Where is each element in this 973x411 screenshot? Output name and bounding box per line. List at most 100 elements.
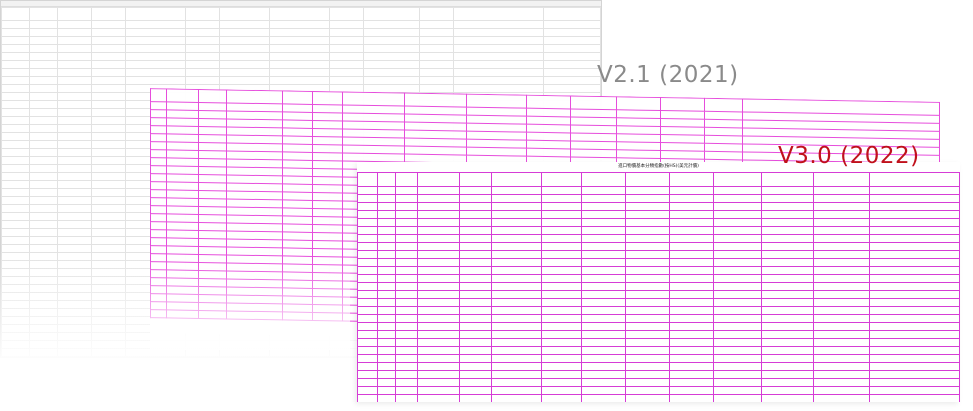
table-cell xyxy=(761,378,814,387)
table-cell xyxy=(491,362,542,371)
table-cell xyxy=(395,194,418,203)
table-cell xyxy=(57,36,92,45)
table-cell xyxy=(57,68,92,77)
table-cell xyxy=(761,202,814,211)
table-cell xyxy=(29,108,58,117)
table-cell xyxy=(377,186,396,195)
table-cell xyxy=(357,322,378,331)
table-row xyxy=(357,394,960,402)
table-row xyxy=(1,28,601,37)
table-cell xyxy=(29,348,58,357)
table-cell xyxy=(459,250,492,259)
table-cell xyxy=(813,234,870,243)
table-cell xyxy=(377,314,396,323)
table-cell xyxy=(357,314,378,323)
header-cell xyxy=(581,172,626,187)
table-cell xyxy=(491,330,542,339)
table-cell xyxy=(713,202,762,211)
table-cell xyxy=(57,44,92,53)
table-cell xyxy=(91,228,126,237)
table-cell xyxy=(150,157,167,166)
table-row xyxy=(357,282,960,291)
table-cell xyxy=(581,330,626,339)
table-row xyxy=(357,250,960,259)
table-cell xyxy=(419,68,454,77)
table-cell xyxy=(125,20,186,29)
table-cell xyxy=(57,180,92,189)
table-cell xyxy=(541,226,582,235)
v30-spreadsheet: 進口物價基本分類指數(按HS)(美元計價) xyxy=(357,162,960,402)
table-cell xyxy=(869,186,960,195)
table-cell xyxy=(541,306,582,315)
table-cell xyxy=(491,202,542,211)
table-cell xyxy=(57,60,92,69)
table-row xyxy=(357,234,960,243)
table-cell xyxy=(395,394,418,402)
table-cell xyxy=(150,269,167,278)
table-cell xyxy=(581,322,626,331)
table-cell xyxy=(713,226,762,235)
table-cell xyxy=(1,52,30,61)
table-cell xyxy=(357,210,378,219)
table-cell xyxy=(761,354,814,363)
table-cell xyxy=(625,346,670,355)
header-cell xyxy=(570,95,617,110)
table-cell xyxy=(625,274,670,283)
table-cell xyxy=(150,309,167,318)
table-cell xyxy=(417,274,460,283)
table-cell xyxy=(395,282,418,291)
table-cell xyxy=(57,252,92,261)
table-cell xyxy=(91,108,126,117)
table-cell xyxy=(1,124,30,133)
table-cell xyxy=(813,378,870,387)
table-cell xyxy=(491,378,542,387)
table-row xyxy=(357,314,960,323)
table-row xyxy=(357,210,960,219)
table-cell xyxy=(491,274,542,283)
table-cell xyxy=(543,28,601,37)
table-cell xyxy=(29,236,58,245)
table-cell xyxy=(57,76,92,85)
table-cell xyxy=(669,386,714,395)
table-row xyxy=(357,346,960,355)
table-cell xyxy=(625,290,670,299)
table-cell xyxy=(29,300,58,309)
table-cell xyxy=(219,76,270,85)
table-cell xyxy=(459,218,492,227)
table-cell xyxy=(363,60,420,69)
table-cell xyxy=(29,20,58,29)
table-cell xyxy=(185,28,220,37)
table-cell xyxy=(29,180,58,189)
table-cell xyxy=(29,76,58,85)
table-cell xyxy=(395,266,418,275)
table-cell xyxy=(91,324,126,333)
table-cell xyxy=(581,210,626,219)
table-cell xyxy=(541,370,582,379)
table-cell xyxy=(543,52,601,61)
header-cell xyxy=(761,172,814,187)
table-cell xyxy=(417,202,460,211)
table-cell xyxy=(581,362,626,371)
table-cell xyxy=(417,282,460,291)
table-cell xyxy=(669,210,714,219)
table-row xyxy=(1,68,601,77)
table-cell xyxy=(57,308,92,317)
table-cell xyxy=(669,338,714,347)
table-row xyxy=(357,194,960,203)
header-cell xyxy=(491,172,542,187)
header-cell xyxy=(269,7,330,21)
table-cell xyxy=(669,226,714,235)
table-cell xyxy=(312,312,343,321)
table-cell xyxy=(395,218,418,227)
table-cell xyxy=(91,212,126,221)
table-cell xyxy=(377,354,396,363)
table-cell xyxy=(29,340,58,349)
table-cell xyxy=(417,306,460,315)
table-cell xyxy=(625,338,670,347)
table-cell xyxy=(357,306,378,315)
table-cell xyxy=(29,332,58,341)
table-cell xyxy=(761,186,814,195)
table-cell xyxy=(1,260,30,269)
table-cell xyxy=(713,218,762,227)
table-cell xyxy=(669,194,714,203)
